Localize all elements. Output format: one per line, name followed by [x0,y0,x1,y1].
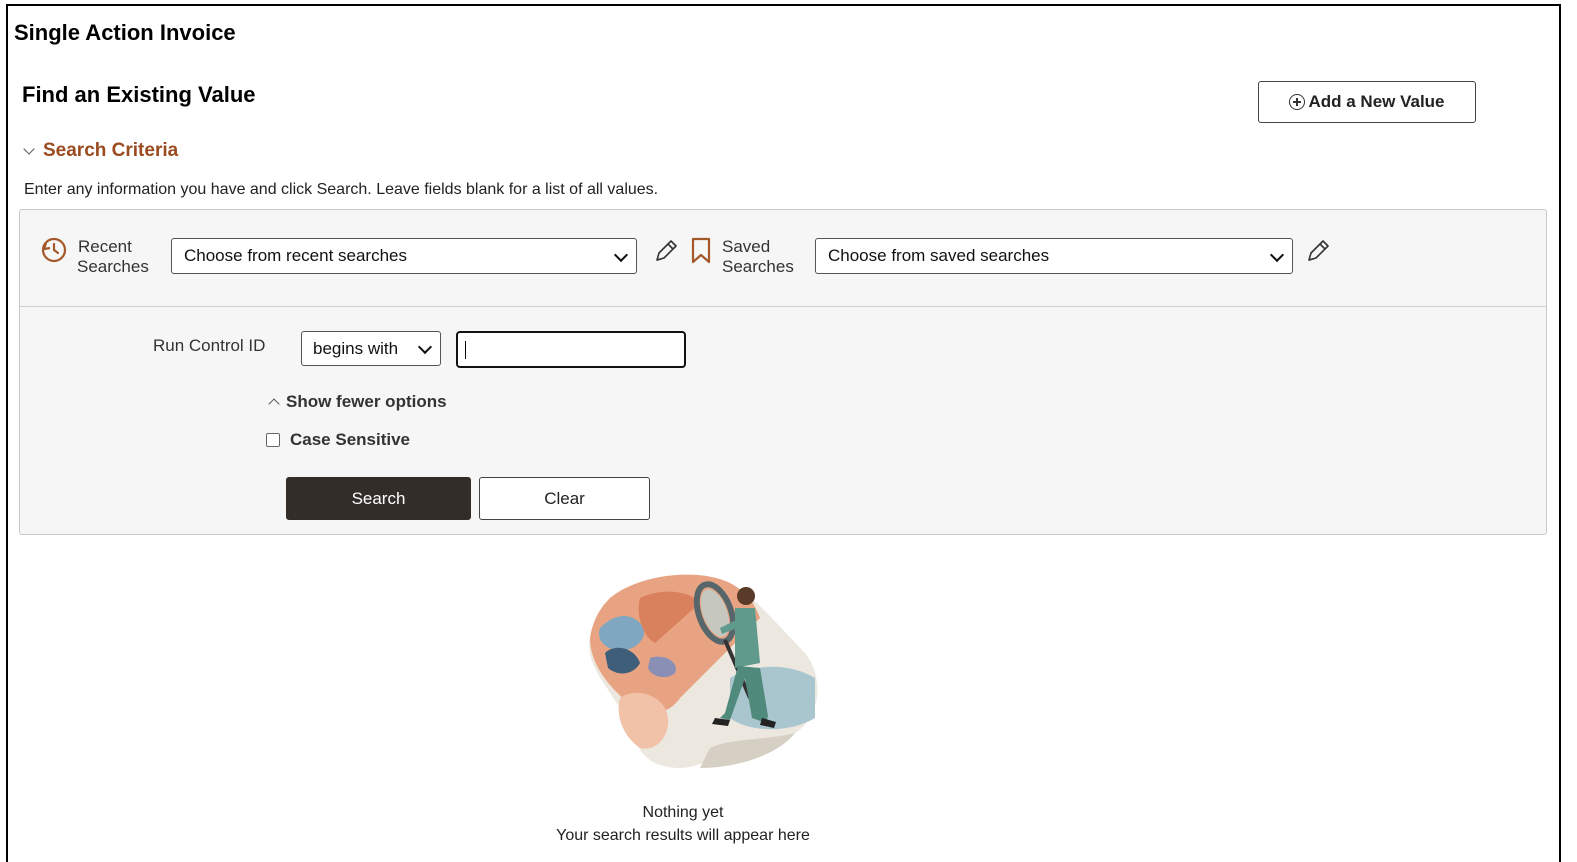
search-criteria-toggle[interactable]: Search Criteria [22,140,178,162]
saved-searches-value: Choose from saved searches [828,246,1050,265]
run-control-operator-select[interactable]: begins with [301,331,441,366]
chevron-down-icon [1269,247,1285,263]
text-cursor [465,341,466,359]
search-instructions: Enter any information you have and click… [24,181,659,198]
saved-searches-select[interactable]: Choose from saved searches [815,238,1293,274]
add-new-value-button[interactable]: Add a New Value [1258,81,1476,123]
empty-results-title: Nothing yet [642,804,724,821]
saved-searches-row: Recent Searches Choose from recent searc… [20,210,1546,307]
recent-searches-select[interactable]: Choose from recent searches [171,238,637,274]
recent-label-line2: Searches [77,257,149,276]
case-sensitive-checkbox[interactable] [266,433,280,447]
run-control-operator-value: begins with [313,338,399,358]
chevron-down-icon [613,247,629,263]
chevron-down-icon [23,142,35,155]
recent-searches-label: Recent Searches [77,237,149,277]
show-fewer-options-link[interactable]: Show fewer options [268,392,447,412]
search-button[interactable]: Search [286,477,471,520]
saved-label-line2: Searches [722,257,794,276]
empty-results-subtitle: Your search results will appear here [556,827,810,844]
empty-results-illustration [589,574,818,768]
recent-label-line1: Recent [78,237,132,256]
case-sensitive-option[interactable]: Case Sensitive [266,430,410,450]
search-panel: Recent Searches Choose from recent searc… [19,209,1547,535]
run-control-id-input[interactable] [456,331,686,368]
section-title: Find an Existing Value [22,82,256,107]
add-new-value-label: Add a New Value [1308,92,1445,111]
run-control-id-label: Run Control ID [153,336,266,355]
edit-saved-pencil-icon[interactable] [1304,237,1332,265]
chevron-up-icon [268,398,280,410]
saved-searches-label: Saved Searches [722,237,794,277]
show-fewer-options-label: Show fewer options [286,392,447,411]
saved-label-line1: Saved [722,237,771,256]
page-title: Single Action Invoice [14,20,236,45]
history-icon [41,237,67,263]
search-criteria-label: Search Criteria [43,140,179,161]
recent-searches-value: Choose from recent searches [184,246,407,265]
edit-recent-pencil-icon[interactable] [652,237,680,265]
chevron-down-icon [417,339,433,355]
page-frame: Single Action Invoice Find an Existing V… [6,4,1561,862]
bookmark-icon [691,237,711,264]
case-sensitive-label: Case Sensitive [290,430,411,449]
clear-button[interactable]: Clear [479,477,650,520]
plus-circle-icon [1289,94,1306,110]
